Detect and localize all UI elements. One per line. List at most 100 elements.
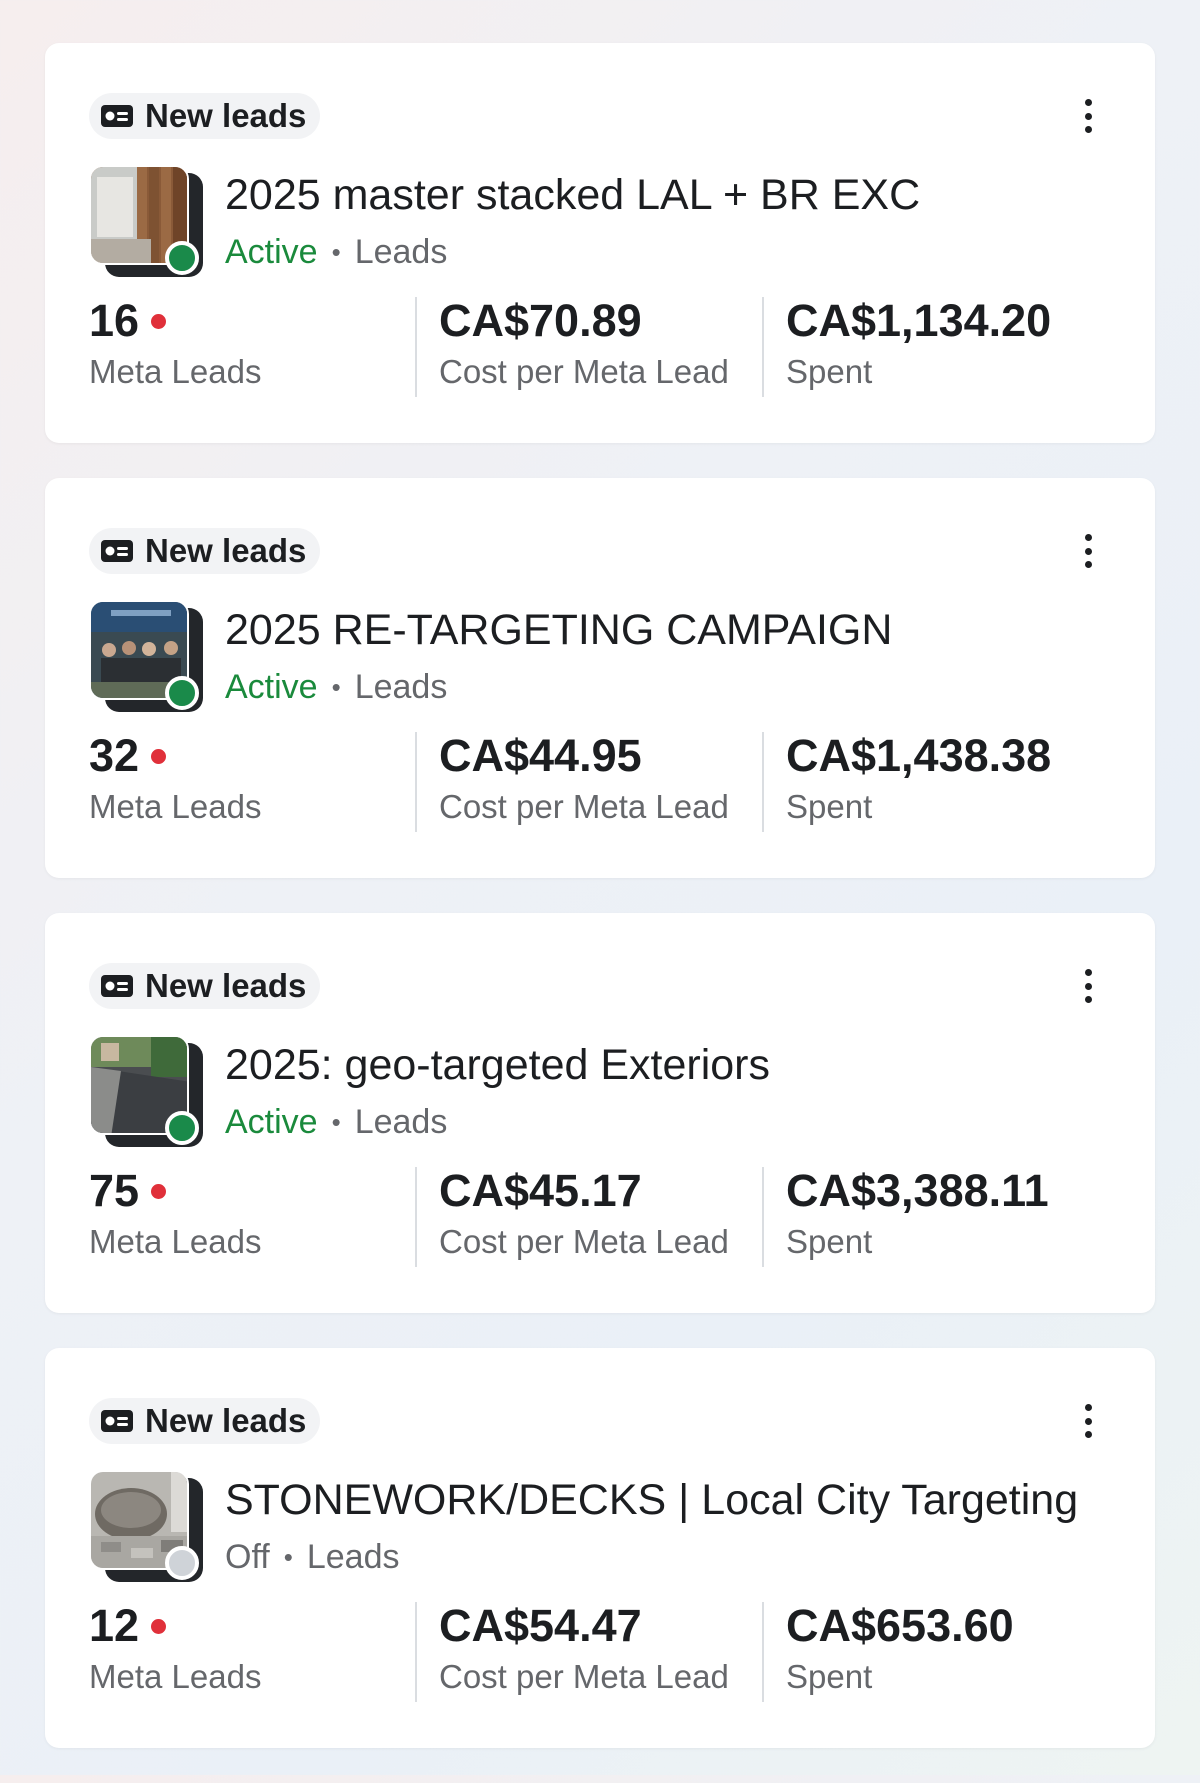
meta-leads-metric: 16 Meta Leads <box>89 295 415 397</box>
campaign-card[interactable]: New leads STONEWORK/DECKS | Local City T… <box>45 1348 1155 1748</box>
new-alert-dot <box>151 748 167 764</box>
spent-value: CA$1,134.20 <box>786 295 1052 346</box>
metric-divider <box>415 1602 417 1702</box>
badge-label: New leads <box>145 1402 307 1439</box>
meta-leads-metric: 32 Meta Leads <box>89 730 415 832</box>
meta-leads-value: 16 <box>89 295 140 346</box>
spent-value: CA$653.60 <box>786 1600 1014 1651</box>
metrics-row: 16 Meta Leads CA$70.89 Cost per Meta Lea… <box>89 295 1129 397</box>
lead-card-icon <box>101 975 133 997</box>
spent-value: CA$3,388.11 <box>786 1165 1049 1216</box>
cost-per-lead-metric: CA$70.89 Cost per Meta Lead <box>415 295 762 397</box>
metric-divider <box>415 297 417 397</box>
spent-metric: CA$653.60 Spent <box>762 1600 1122 1702</box>
lead-card-icon <box>101 540 133 562</box>
more-vertical-icon[interactable] <box>1073 530 1103 572</box>
more-vertical-icon[interactable] <box>1073 95 1103 137</box>
spent-label: Spent <box>786 1658 873 1695</box>
campaign-thumbnail <box>89 600 207 718</box>
spent-metric: CA$1,134.20 Spent <box>762 295 1122 397</box>
new-alert-dot <box>151 313 167 329</box>
separator: • <box>331 1107 341 1137</box>
more-vertical-icon[interactable] <box>1073 1400 1103 1442</box>
lead-card-icon <box>101 105 133 127</box>
badge-label: New leads <box>145 97 307 134</box>
cost-per-lead-label: Cost per Meta Lead <box>439 1223 729 1260</box>
meta-leads-value: 12 <box>89 1600 140 1651</box>
cost-per-lead-label: Cost per Meta Lead <box>439 788 729 825</box>
campaign-status: Off <box>225 1538 270 1576</box>
metric-divider <box>762 732 764 832</box>
status-indicator <box>165 241 199 275</box>
campaign-status-line: Active • Leads <box>225 1103 447 1142</box>
cost-per-lead-label: Cost per Meta Lead <box>439 1658 729 1695</box>
campaign-status-line: Off • Leads <box>225 1538 399 1577</box>
new-leads-badge[interactable]: New leads <box>89 93 321 139</box>
meta-leads-label: Meta Leads <box>89 1658 262 1695</box>
campaign-status: Active <box>225 1103 318 1141</box>
status-indicator <box>165 1111 199 1145</box>
cost-per-lead-label: Cost per Meta Lead <box>439 353 729 390</box>
meta-leads-metric: 75 Meta Leads <box>89 1165 415 1267</box>
campaign-objective: Leads <box>354 233 448 271</box>
campaign-status: Active <box>225 668 318 706</box>
cost-per-lead-value: CA$45.17 <box>439 1165 642 1216</box>
campaign-card[interactable]: New leads 2025 RE-TARGETING CAMPAIGN Act… <box>45 478 1155 878</box>
metric-divider <box>415 732 417 832</box>
spent-label: Spent <box>786 1223 873 1260</box>
meta-leads-value: 32 <box>89 730 140 781</box>
more-vertical-icon[interactable] <box>1073 965 1103 1007</box>
campaign-card[interactable]: New leads 2025 master stacked LAL + BR E… <box>45 43 1155 443</box>
campaign-thumbnail <box>89 165 207 283</box>
campaign-status-line: Active • Leads <box>225 668 447 707</box>
spent-metric: CA$1,438.38 Spent <box>762 730 1122 832</box>
metric-divider <box>762 1167 764 1267</box>
campaign-title[interactable]: 2025 RE-TARGETING CAMPAIGN <box>225 606 892 655</box>
cost-per-lead-metric: CA$45.17 Cost per Meta Lead <box>415 1165 762 1267</box>
lead-card-icon <box>101 1410 133 1432</box>
metrics-row: 32 Meta Leads CA$44.95 Cost per Meta Lea… <box>89 730 1129 832</box>
spent-label: Spent <box>786 353 873 390</box>
metric-divider <box>415 1167 417 1267</box>
cost-per-lead-metric: CA$54.47 Cost per Meta Lead <box>415 1600 762 1702</box>
new-leads-badge[interactable]: New leads <box>89 963 321 1009</box>
spent-metric: CA$3,388.11 Spent <box>762 1165 1122 1267</box>
separator: • <box>283 1542 293 1572</box>
cost-per-lead-metric: CA$44.95 Cost per Meta Lead <box>415 730 762 832</box>
cost-per-lead-value: CA$44.95 <box>439 730 642 781</box>
badge-label: New leads <box>145 967 307 1004</box>
metric-divider <box>762 1602 764 1702</box>
campaign-thumbnail <box>89 1470 207 1588</box>
meta-leads-value: 75 <box>89 1165 140 1216</box>
campaign-objective: Leads <box>354 668 448 706</box>
campaign-thumbnail <box>89 1035 207 1153</box>
metric-divider <box>762 297 764 397</box>
metrics-row: 75 Meta Leads CA$45.17 Cost per Meta Lea… <box>89 1165 1129 1267</box>
campaign-title[interactable]: 2025 master stacked LAL + BR EXC <box>225 171 920 220</box>
campaign-title[interactable]: STONEWORK/DECKS | Local City Targeting <box>225 1476 1078 1525</box>
new-leads-badge[interactable]: New leads <box>89 1398 321 1444</box>
new-alert-dot <box>151 1183 167 1199</box>
spent-value: CA$1,438.38 <box>786 730 1052 781</box>
spent-label: Spent <box>786 788 873 825</box>
campaign-card[interactable]: New leads 2025: geo-targeted Exteriors A… <box>45 913 1155 1313</box>
badge-label: New leads <box>145 532 307 569</box>
status-indicator <box>165 676 199 710</box>
meta-leads-label: Meta Leads <box>89 353 262 390</box>
meta-leads-label: Meta Leads <box>89 788 262 825</box>
campaign-status-line: Active • Leads <box>225 233 447 272</box>
campaign-list: New leads 2025 master stacked LAL + BR E… <box>45 43 1155 1783</box>
status-indicator <box>165 1546 199 1580</box>
separator: • <box>331 672 341 702</box>
campaign-objective: Leads <box>306 1538 400 1576</box>
meta-leads-metric: 12 Meta Leads <box>89 1600 415 1702</box>
campaign-status: Active <box>225 233 318 271</box>
new-alert-dot <box>151 1618 167 1634</box>
campaign-objective: Leads <box>354 1103 448 1141</box>
cost-per-lead-value: CA$70.89 <box>439 295 642 346</box>
separator: • <box>331 237 341 267</box>
new-leads-badge[interactable]: New leads <box>89 528 321 574</box>
meta-leads-label: Meta Leads <box>89 1223 262 1260</box>
cost-per-lead-value: CA$54.47 <box>439 1600 642 1651</box>
campaign-title[interactable]: 2025: geo-targeted Exteriors <box>225 1041 770 1090</box>
